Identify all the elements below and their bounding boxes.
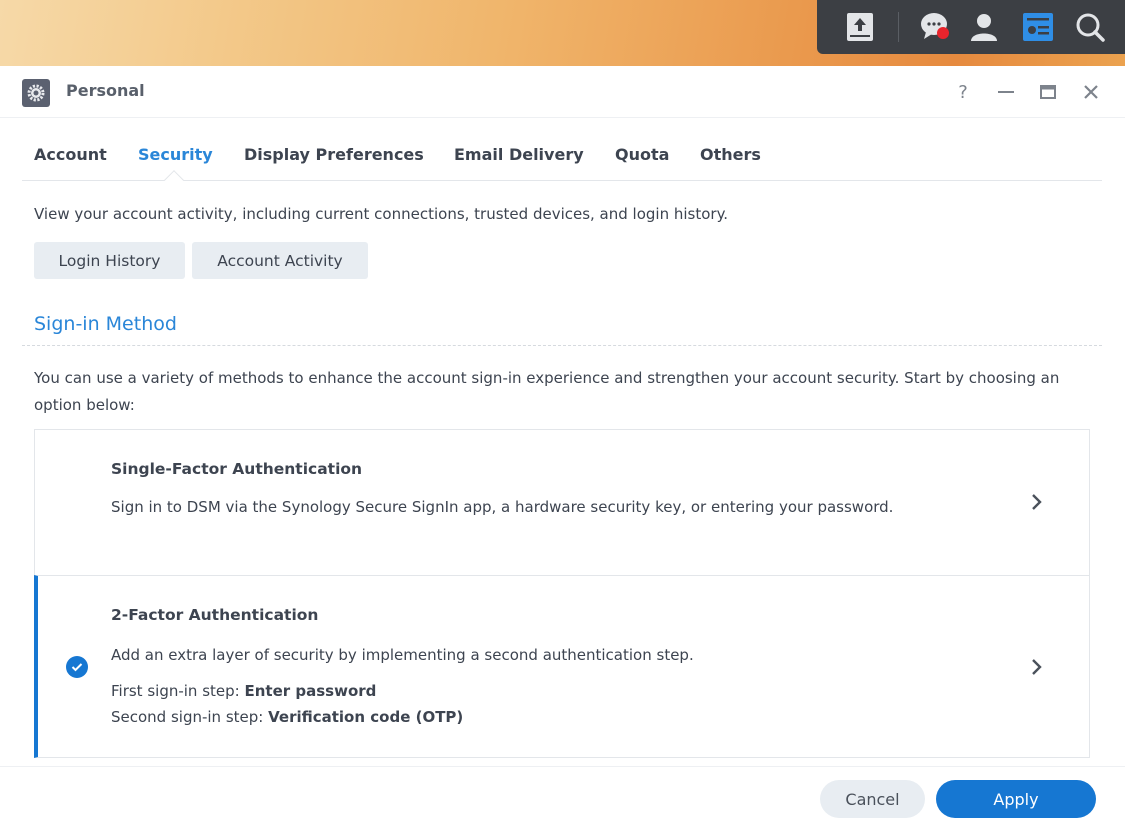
user-icon: [971, 14, 997, 41]
tab-security[interactable]: Security: [138, 145, 213, 164]
section-divider: [22, 345, 1102, 346]
footer-divider: [0, 766, 1125, 767]
first-step-label: First sign-in step:: [111, 682, 245, 700]
tab-others[interactable]: Others: [700, 145, 761, 164]
option-description: Sign in to DSM via the Synology Secure S…: [111, 498, 894, 516]
account-activity-button[interactable]: Account Activity: [192, 242, 368, 279]
taskbar-tray: [817, 0, 1125, 54]
sign-in-intro: You can use a variety of methods to enha…: [34, 369, 1060, 414]
second-step-value: Verification code (OTP): [268, 708, 464, 726]
personal-app-icon: [22, 79, 50, 107]
cancel-button[interactable]: Cancel: [820, 780, 925, 818]
search-button[interactable]: [1067, 0, 1113, 54]
tab-email-delivery[interactable]: Email Delivery: [454, 145, 584, 164]
personal-window: Personal ? Account Security Display Pref…: [0, 66, 1125, 818]
search-icon: [1076, 13, 1105, 42]
notification-badge: [937, 27, 949, 39]
notification-icon: [921, 13, 949, 39]
window-titlebar: Personal ?: [0, 66, 1125, 118]
sign-in-method-heading: Sign-in Method: [34, 313, 177, 335]
single-factor-option[interactable]: Single-Factor Authentication Sign in to …: [34, 429, 1090, 576]
upload-icon: [847, 13, 873, 41]
minimize-icon: [998, 91, 1014, 93]
option-title: Single-Factor Authentication: [111, 460, 363, 478]
window-title: Personal: [66, 81, 145, 100]
maximize-button[interactable]: [1034, 79, 1062, 105]
first-step-value: Enter password: [244, 682, 377, 700]
upload-button[interactable]: [837, 0, 883, 54]
help-button[interactable]: ?: [949, 79, 977, 105]
user-button[interactable]: [961, 0, 1007, 54]
widgets-icon: [1023, 13, 1053, 41]
gear-icon: [27, 84, 45, 102]
close-button[interactable]: [1077, 79, 1105, 105]
option-description: Add an extra layer of security by implem…: [111, 646, 694, 664]
close-icon: [1084, 85, 1098, 99]
notifications-button[interactable]: [913, 0, 959, 54]
second-step-label: Second sign-in step:: [111, 708, 269, 726]
selected-check-icon: [66, 656, 88, 678]
minimize-button[interactable]: [992, 79, 1020, 105]
first-step-line: First sign-in step: Enter password: [111, 678, 971, 705]
widgets-button[interactable]: [1015, 0, 1061, 54]
login-history-button[interactable]: Login History: [34, 242, 185, 279]
apply-button[interactable]: Apply: [936, 780, 1096, 818]
desktop-background: [0, 0, 1125, 66]
tab-account[interactable]: Account: [34, 145, 107, 164]
option-title: 2-Factor Authentication: [111, 606, 319, 624]
second-step-line: Second sign-in step: Verification code (…: [111, 704, 971, 731]
activity-description: View your account activity, including cu…: [34, 205, 729, 223]
tab-bar: Account Security Display Preferences Ema…: [22, 134, 1102, 190]
two-factor-option[interactable]: 2-Factor Authentication Add an extra lay…: [34, 575, 1090, 758]
chevron-right-icon: [1032, 659, 1042, 675]
tray-separator: [898, 12, 899, 42]
active-tab-indicator: [164, 170, 184, 190]
tab-quota[interactable]: Quota: [615, 145, 669, 164]
tab-display-preferences[interactable]: Display Preferences: [244, 145, 424, 164]
chevron-right-icon: [1032, 494, 1042, 510]
maximize-icon: [1040, 85, 1056, 99]
